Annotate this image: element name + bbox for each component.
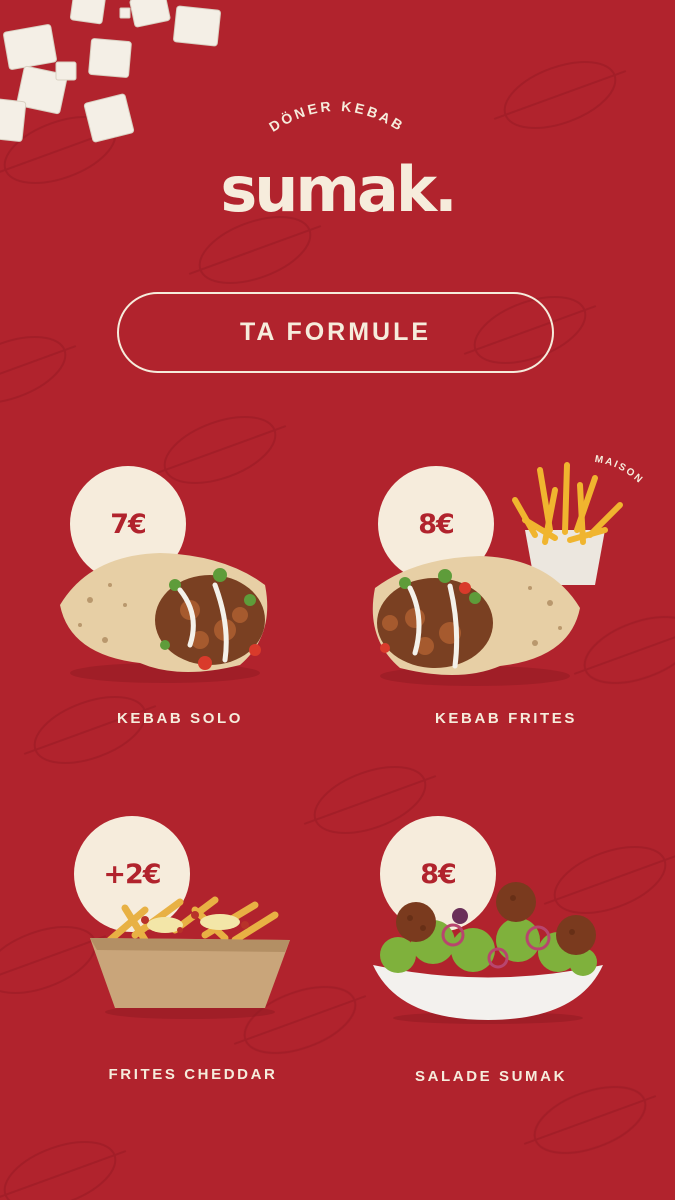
label-frites-cheddar: FRITES CHEDDAR <box>108 1066 278 1083</box>
svg-text:DÖNER KEBAB: DÖNER KEBAB <box>266 98 408 135</box>
cheddar-fries-box-image <box>90 896 290 1019</box>
kebab-wrap-image <box>372 556 580 686</box>
kebab-wrap-image <box>60 553 268 683</box>
brand-tagline: DÖNER KEBAB <box>266 98 408 135</box>
brand-logo: sumak. <box>220 153 457 226</box>
menu-page: DÖNER KEBAB sumak. TA FORMULE 7€ KEBAB S… <box>0 0 675 1200</box>
feta-cubes-decoration <box>0 0 221 143</box>
formula-button[interactable]: TA FORMULE <box>117 292 554 373</box>
label-kebab-frites: KEBAB FRITES <box>434 710 578 727</box>
label-kebab-solo: KEBAB SOLO <box>116 710 243 727</box>
falafel-salad-bowl-image <box>373 882 603 1024</box>
label-salade-sumak: SALADE SUMAK <box>414 1068 568 1085</box>
brand-tagline-text: DÖNER KEBAB <box>266 98 405 135</box>
